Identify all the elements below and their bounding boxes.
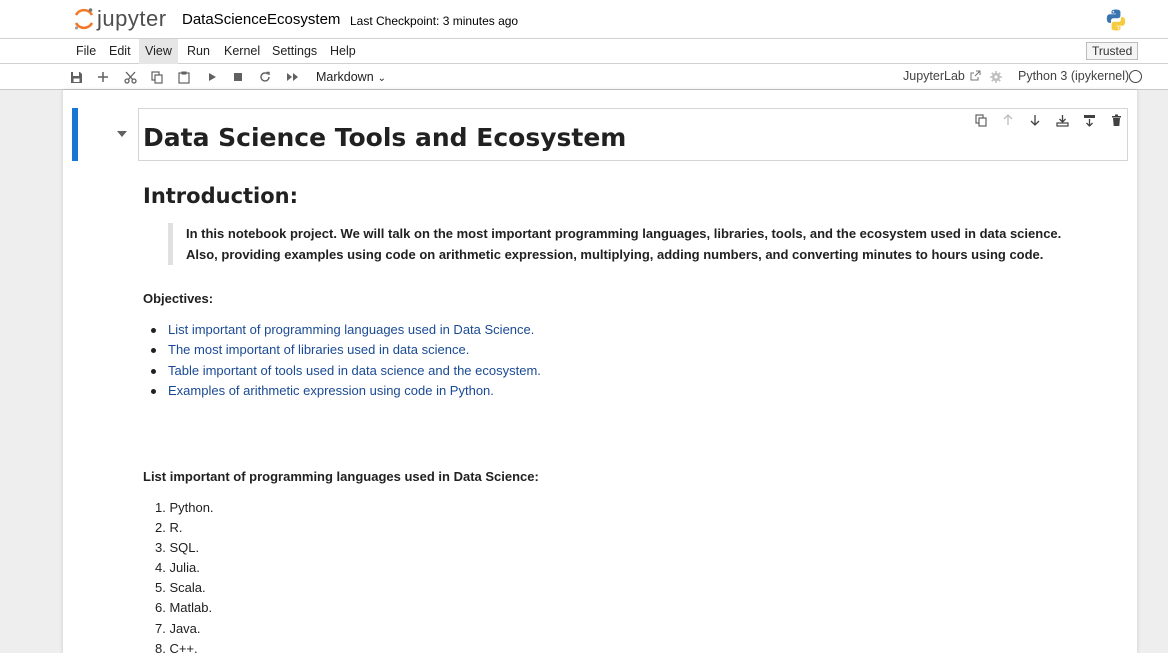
jupyter-logo-text: jupyter [97, 6, 167, 31]
jupyterlab-link-label: JupyterLab [903, 69, 965, 83]
trusted-indicator[interactable]: Trusted [1086, 42, 1139, 60]
top-header: jupyter DataScienceEcosystem Last Checkp… [0, 0, 1168, 39]
language-item: 8. C++. [155, 640, 198, 653]
insert-above-icon[interactable] [1054, 112, 1070, 128]
menu-settings[interactable]: Settings [266, 39, 323, 64]
notebook-panel: Data Science Tools and Ecosystem Introdu… [63, 90, 1137, 653]
languages-list: 1. Python. 2. R. 3. SQL. 4. Julia. 5. Sc… [143, 498, 214, 653]
fast-forward-icon[interactable] [283, 68, 301, 86]
gear-icon[interactable] [989, 70, 1003, 84]
python-logo-icon [1104, 8, 1128, 32]
menu-view[interactable]: View [139, 39, 178, 64]
language-item: 2. R. [155, 520, 183, 536]
external-link-icon [968, 69, 981, 83]
cell-type-value: Markdown [316, 70, 374, 84]
objective-item[interactable]: Table important of tools used in data sc… [143, 361, 541, 381]
language-item: 1. Python. [155, 500, 214, 515]
objective-item[interactable]: List important of programming languages … [143, 320, 541, 340]
cell-type-select[interactable]: Markdown ⌄ [310, 67, 392, 87]
menu-file[interactable]: File [70, 39, 102, 64]
insert-below-icon[interactable] [1081, 112, 1097, 128]
duplicate-icon[interactable] [973, 112, 989, 128]
menu-bar: File Edit View Run Kernel Settings Help … [0, 39, 1168, 64]
move-up-icon[interactable] [1000, 112, 1016, 128]
intro-heading: Introduction: [143, 184, 299, 208]
language-item: 4. Julia. [155, 560, 200, 576]
save-icon[interactable] [67, 68, 85, 86]
kernel-name[interactable]: Python 3 (ipykernel) [1018, 69, 1129, 83]
copy-icon[interactable] [148, 68, 166, 86]
cut-icon[interactable] [121, 68, 139, 86]
notebook-heading: Data Science Tools and Ecosystem [143, 123, 627, 152]
objectives-heading: Objectives: [143, 291, 214, 306]
menu-run[interactable]: Run [181, 39, 216, 64]
delete-icon[interactable] [1108, 112, 1124, 128]
notebook-title[interactable]: DataScienceEcosystem [182, 11, 340, 28]
run-icon[interactable] [203, 68, 221, 86]
jupyterlab-link[interactable]: JupyterLab [903, 69, 981, 83]
collapse-arrow-icon[interactable] [117, 131, 127, 137]
menu-help[interactable]: Help [324, 39, 362, 64]
objectives-list: List important of programming languages … [143, 320, 541, 401]
objective-item[interactable]: The most important of libraries used in … [143, 340, 541, 360]
language-item: 5. Scala. [155, 580, 206, 596]
kernel-status-icon [1129, 70, 1142, 83]
jupyter-logo[interactable]: jupyter [73, 6, 167, 32]
add-cell-icon[interactable] [94, 68, 112, 86]
menu-kernel[interactable]: Kernel [218, 39, 266, 64]
intro-blockquote: In this notebook project. We will talk o… [168, 223, 1068, 265]
checkpoint-status: Last Checkpoint: 3 minutes ago [350, 14, 519, 28]
move-down-icon[interactable] [1027, 112, 1043, 128]
notebook-toolbar: Markdown ⌄ JupyterLab Python 3 (ipykernel… [0, 64, 1168, 90]
language-item: 7. Java. [155, 620, 201, 636]
stop-icon[interactable] [229, 68, 247, 86]
jupyter-logo-icon [73, 6, 95, 32]
paste-icon[interactable] [175, 68, 193, 86]
active-cell-indicator [72, 108, 78, 161]
menu-edit[interactable]: Edit [103, 39, 137, 64]
objective-item[interactable]: Examples of arithmetic expression using … [143, 381, 541, 401]
chevron-down-icon: ⌄ [377, 73, 387, 84]
language-item: 6. Matlab. [155, 600, 213, 616]
restart-icon[interactable] [256, 68, 274, 86]
languages-heading: List important of programming languages … [143, 469, 539, 484]
language-item: 3. SQL. [155, 540, 200, 556]
